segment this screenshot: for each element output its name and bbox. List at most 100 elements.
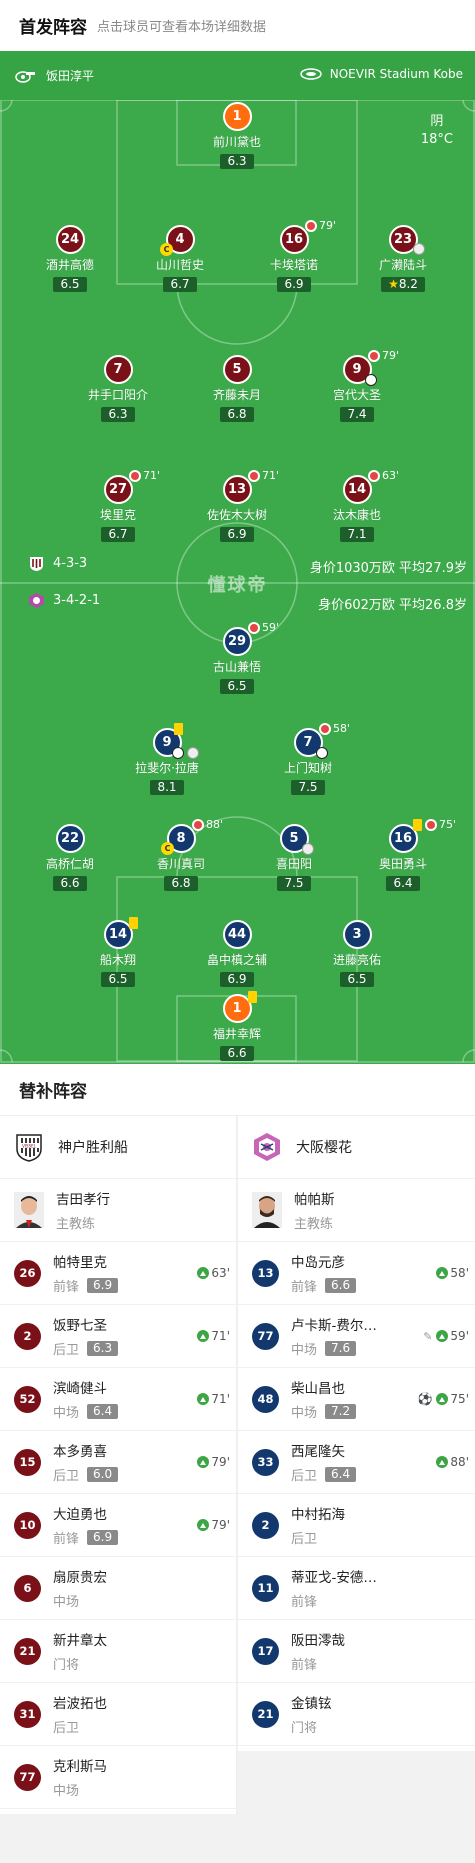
away-value-text: 身价602万欧 平均26.8岁 bbox=[318, 598, 467, 613]
away-subs-column: 大阪樱花 帕帕斯 主教练 13 中岛元彦 前锋 6.6 58' 77 卢卡斯-费尔… 中场 7.… bbox=[238, 1116, 475, 1751]
player-a29[interactable]: 29 59' 古山兼悟 6.5 bbox=[182, 621, 292, 694]
sub-player-row[interactable]: 15 本多勇喜 后卫 6.0 79' bbox=[0, 1431, 236, 1494]
player-a22[interactable]: 22 高桥仁胡 6.6 bbox=[15, 824, 125, 891]
sub-player-row[interactable]: 48 柴山昌也 中场 7.2 ⚽ 75' bbox=[238, 1368, 475, 1431]
sub-player-position: 中场 bbox=[291, 1343, 318, 1358]
sub-in-minute: 71' bbox=[211, 1392, 230, 1406]
stadium-name: NOEVIR Stadium Kobe bbox=[329, 67, 463, 81]
player-a14[interactable]: 14 船木翔 6.5 bbox=[63, 917, 173, 987]
sub-minute: 79' bbox=[319, 219, 337, 232]
page-subtitle: 点击球员可查看本场详细数据 bbox=[97, 20, 267, 35]
home-coach-row[interactable]: 吉田孝行 主教练 bbox=[0, 1179, 236, 1242]
sub-out-event: 75' bbox=[413, 818, 456, 831]
player-rating: 6.9 bbox=[220, 972, 254, 987]
player-a3[interactable]: 3 进藤亮佑 6.5 bbox=[302, 920, 412, 987]
player-rating: 6.8 bbox=[220, 407, 254, 422]
player-h9[interactable]: 9 79' 宫代大圣 7.4 bbox=[302, 349, 412, 422]
sub-minute: 59' bbox=[262, 621, 280, 634]
player-name: 进藤亮佑 bbox=[332, 953, 381, 967]
player-h1[interactable]: 1 前川黛也 6.3 bbox=[182, 102, 292, 169]
player-name: 前川黛也 bbox=[212, 135, 261, 149]
player-h23[interactable]: 23 广濑陆斗 ★8.2 bbox=[348, 225, 458, 292]
player-h27[interactable]: 27 71' 埃里克 6.7 bbox=[63, 469, 173, 542]
sub-in-icon bbox=[197, 1267, 210, 1279]
home-team-logo-icon bbox=[30, 557, 43, 571]
sub-in-event: 88' bbox=[436, 1455, 469, 1469]
sub-player-rating: 6.9 bbox=[87, 1530, 119, 1545]
assist-icon bbox=[302, 843, 314, 855]
player-a16[interactable]: 16 75' 奥田勇斗 6.4 bbox=[348, 818, 458, 891]
sub-player-row[interactable]: 13 中岛元彦 前锋 6.6 58' bbox=[238, 1242, 475, 1305]
sub-in-event: 79' bbox=[197, 1518, 230, 1532]
sub-out-icon bbox=[129, 469, 141, 482]
player-a1[interactable]: 1 福井幸辉 6.6 bbox=[182, 991, 292, 1061]
sub-player-position: 前锋 bbox=[53, 1280, 80, 1295]
player-rating: 6.8 bbox=[164, 876, 198, 891]
sub-player-number: 11 bbox=[252, 1574, 279, 1602]
player-a9[interactable]: 9 拉斐尔·拉唐 8.1 bbox=[112, 723, 222, 795]
player-h7[interactable]: 7 井手口阳介 6.3 bbox=[63, 355, 173, 422]
sub-player-row[interactable]: 10 大迫勇也 前锋 6.9 79' bbox=[0, 1494, 236, 1557]
sub-player-row[interactable]: 77 卢卡斯-费尔… 中场 7.6 ✎ 59' bbox=[238, 1305, 475, 1368]
sub-player-row[interactable]: 33 西尾隆矢 后卫 6.4 88' bbox=[238, 1431, 475, 1494]
whistle-icon bbox=[15, 70, 35, 83]
page-title: 首发阵容 bbox=[19, 18, 87, 38]
sub-in-event: 63' bbox=[197, 1266, 230, 1280]
yellow-card-icon bbox=[413, 818, 422, 831]
sub-player-name: 饭野七圣 bbox=[53, 1318, 107, 1334]
sub-player-row[interactable]: 21 金镇铉 门将 bbox=[238, 1683, 475, 1746]
sub-player-row[interactable]: 2 中村拓海 后卫 bbox=[238, 1494, 475, 1557]
player-h13[interactable]: 13 71' 佐佐木大树 6.9 bbox=[182, 469, 292, 542]
home-team-row[interactable]: VISSEL 神户胜利船 bbox=[0, 1116, 236, 1179]
sub-player-name: 中岛元彦 bbox=[291, 1255, 345, 1271]
sub-in-minute: 59' bbox=[450, 1329, 469, 1343]
home-coach-name: 吉田孝行 bbox=[56, 1192, 110, 1208]
player-a8[interactable]: 8 88' C 香川真司 6.8 bbox=[126, 818, 236, 891]
player-rating: 6.5 bbox=[101, 972, 135, 987]
player-rating: 6.3 bbox=[101, 407, 135, 422]
player-a44[interactable]: 44 畠中槙之辅 6.9 bbox=[182, 920, 292, 987]
player-h14[interactable]: 14 63' 汰木康也 7.1 bbox=[302, 469, 412, 542]
sub-in-minute: 58' bbox=[450, 1266, 469, 1280]
away-coach-row[interactable]: 帕帕斯 主教练 bbox=[238, 1179, 475, 1242]
sub-in-icon bbox=[197, 1393, 210, 1405]
sub-player-position: 后卫 bbox=[291, 1532, 318, 1547]
player-h4[interactable]: 4 C 山川哲史 6.7 bbox=[125, 225, 235, 292]
sub-player-position: 后卫 bbox=[53, 1343, 80, 1358]
player-a5[interactable]: 5 喜田阳 7.5 bbox=[239, 824, 349, 891]
player-h5[interactable]: 5 齐藤未月 6.8 bbox=[182, 355, 292, 422]
sub-in-minute: 75' bbox=[450, 1392, 469, 1406]
sub-player-row[interactable]: 6 扇原贵宏 中场 bbox=[0, 1557, 236, 1620]
player-rating: 7.1 bbox=[340, 527, 374, 542]
referee-name: 饭田淳平 bbox=[46, 69, 95, 83]
player-h24[interactable]: 24 酒井高德 6.5 bbox=[15, 225, 125, 292]
player-name: 齐藤未月 bbox=[212, 388, 261, 402]
player-name: 香川真司 bbox=[156, 857, 205, 871]
goal-icon: ⚽ bbox=[417, 1392, 433, 1406]
away-team-row[interactable]: 大阪樱花 bbox=[238, 1116, 475, 1179]
sub-player-row[interactable]: 52 滨崎健斗 中场 6.4 71' bbox=[0, 1368, 236, 1431]
sub-in-event: ✎ 59' bbox=[423, 1329, 469, 1343]
sub-player-row[interactable]: 17 阪田澪哉 前锋 bbox=[238, 1620, 475, 1683]
player-h16[interactable]: 16 79' 卡埃塔诺 6.9 bbox=[239, 219, 349, 292]
sub-in-icon bbox=[436, 1456, 449, 1468]
sub-player-row[interactable]: 21 新井章太 门将 bbox=[0, 1620, 236, 1683]
sub-player-name: 阪田澪哉 bbox=[291, 1633, 345, 1649]
player-a7[interactable]: 7 58' 上门知树 7.5 bbox=[253, 722, 363, 795]
sub-player-row[interactable]: 77 克利斯马 中场 bbox=[0, 1746, 236, 1809]
player-name: 古山兼悟 bbox=[212, 660, 261, 674]
sub-player-row[interactable]: 11 蒂亚戈-安德… 前锋 bbox=[238, 1557, 475, 1620]
sub-in-icon bbox=[436, 1393, 449, 1405]
yellow-card-icon bbox=[248, 991, 257, 1003]
sub-player-row[interactable]: 26 帕特里克 前锋 6.9 63' bbox=[0, 1242, 236, 1305]
sub-player-row[interactable]: 31 岩波拓也 后卫 bbox=[0, 1683, 236, 1746]
sub-player-rating: 6.0 bbox=[87, 1467, 119, 1482]
sub-player-number: 10 bbox=[14, 1511, 41, 1539]
goal-icon bbox=[172, 747, 184, 759]
sub-out-icon bbox=[248, 469, 260, 482]
sub-player-position: 中场 bbox=[291, 1406, 318, 1421]
sub-player-row[interactable]: 2 饭野七圣 后卫 6.3 71' bbox=[0, 1305, 236, 1368]
assist-icon bbox=[413, 243, 425, 255]
away-team-name: 大阪樱花 bbox=[296, 1140, 352, 1156]
player-rating: 6.7 bbox=[163, 277, 197, 292]
